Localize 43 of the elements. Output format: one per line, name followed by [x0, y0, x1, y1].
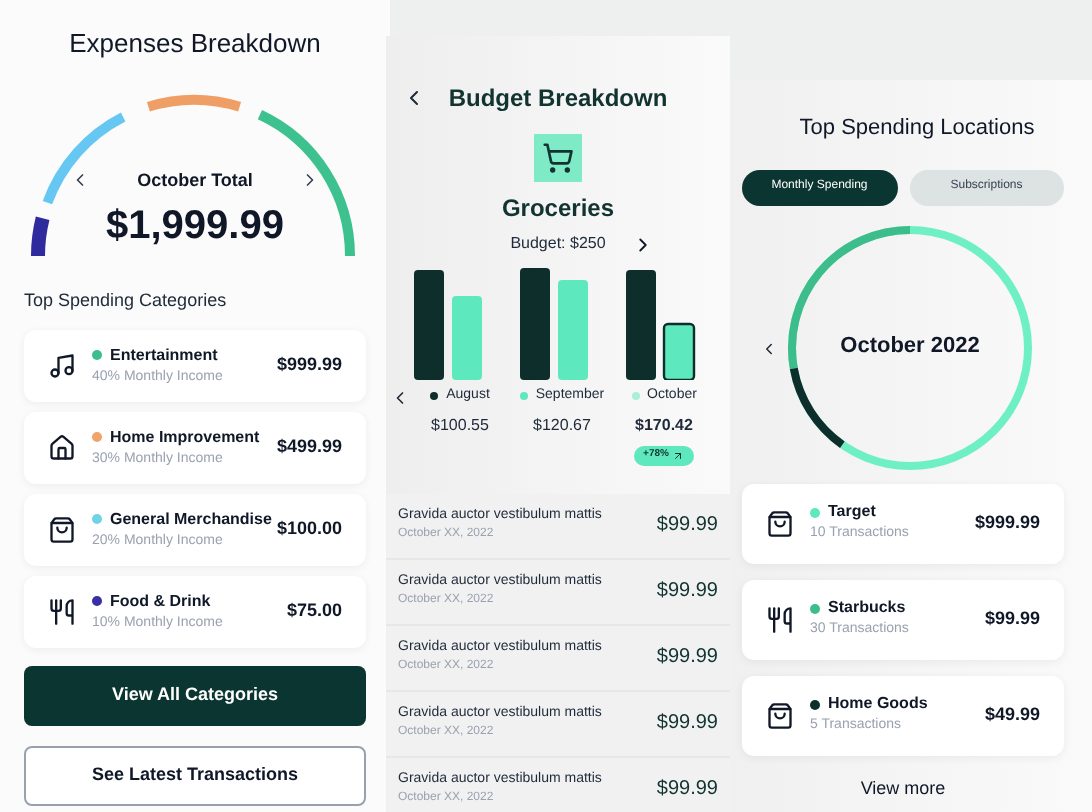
period-label: October Total: [137, 167, 253, 193]
shopping-bag-icon: [48, 516, 76, 544]
item-amount: $999.99: [276, 352, 342, 379]
period-label: October 2022: [838, 331, 982, 361]
transaction-amount: $99.99: [656, 776, 718, 804]
item-amount: $75.00: [286, 598, 342, 625]
music-icon: [48, 352, 76, 380]
item-name: Starbucks: [828, 596, 906, 621]
see-transactions-button[interactable]: See Latest Transactions: [24, 746, 366, 806]
transaction-amount: $99.99: [656, 644, 718, 672]
budget-label: Budget: $250: [510, 232, 606, 256]
month-amount: $120.67: [533, 413, 591, 437]
screen-title: Top Spending Locations: [797, 114, 1037, 144]
item-name: Food & Drink: [110, 589, 211, 614]
item-name: General Merchandise: [110, 507, 272, 532]
utensils-icon: [48, 598, 76, 626]
transaction-amount: $99.99: [656, 578, 718, 606]
category-name: Groceries: [499, 192, 617, 226]
view-all-button[interactable]: View All Categories: [24, 666, 366, 726]
section-title: Top Spending Categories: [24, 287, 229, 314]
transaction-amount: $99.99: [656, 512, 718, 540]
item-amount: $999.99: [974, 509, 1040, 536]
month-amount: $100.55: [431, 413, 489, 437]
house-icon: [48, 434, 76, 462]
item-amount: $499.99: [276, 434, 342, 461]
utensils-icon: [766, 605, 794, 633]
item-amount: $100.00: [276, 516, 342, 543]
item-amount: $99.99: [984, 605, 1040, 632]
item-name: Home Improvement: [110, 425, 260, 450]
month-amount: $170.42: [635, 413, 693, 437]
transaction-amount: $99.99: [656, 710, 718, 738]
shopping-bag-icon: [766, 701, 794, 729]
shopping-bag-icon: [766, 509, 794, 537]
item-name: Home Goods: [828, 692, 928, 717]
screen-title: Expenses Breakdown: [67, 26, 323, 62]
total-amount: $1,999.99: [104, 201, 286, 251]
previous-icon[interactable]: [760, 339, 778, 357]
screen-title: Budget Breakdown: [446, 82, 670, 116]
view-more-link[interactable]: View more: [742, 775, 1064, 802]
cart-icon: [542, 142, 574, 174]
item-name: Target: [828, 500, 876, 525]
item-name: Entertainment: [110, 343, 218, 368]
item-amount: $49.99: [984, 701, 1040, 728]
